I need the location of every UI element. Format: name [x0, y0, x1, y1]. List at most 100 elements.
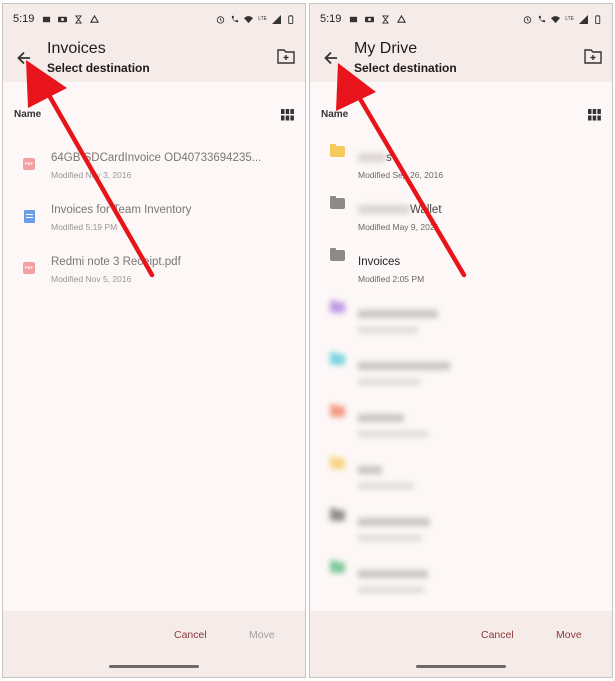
item-name: Invoices: [358, 256, 401, 268]
new-folder-icon[interactable]: [584, 48, 602, 64]
page-subtitle: Select destination: [47, 61, 150, 75]
folder-icon: [330, 144, 345, 157]
sort-row: Name: [310, 104, 612, 128]
page-title: Invoices: [47, 40, 106, 57]
move-button[interactable]: Move: [556, 629, 582, 641]
cancel-button[interactable]: Cancel: [481, 629, 514, 641]
redacted-name: [358, 310, 438, 318]
cancel-button[interactable]: Cancel: [174, 629, 207, 641]
list-item[interactable]: [310, 456, 612, 500]
folder-icon: [330, 560, 345, 573]
redacted-meta: [358, 587, 424, 593]
item-name: 64GB SDCardInvoice OD40733694235...: [51, 152, 262, 164]
item-name: Invoices for Team Inventory: [51, 204, 192, 216]
drive-icon: [397, 14, 407, 23]
grid-view-icon[interactable]: [588, 109, 601, 121]
item-meta: Modified May 9, 2021: [358, 222, 440, 232]
item-name-visible: s: [386, 152, 392, 164]
alarm-icon: [523, 15, 532, 24]
folder-icon: [330, 248, 345, 261]
camera-icon: [58, 16, 68, 22]
status-bar: 5:19 LTE: [3, 4, 305, 34]
item-meta: Modified 5:19 PM: [51, 222, 118, 232]
redacted-name: [358, 570, 428, 578]
list-item[interactable]: [310, 404, 612, 448]
redacted-name: [358, 466, 382, 474]
message-icon: [350, 16, 358, 22]
folder-icon: [330, 352, 345, 365]
redacted-text: [358, 205, 410, 215]
pdf-icon: PDF: [23, 158, 35, 170]
grid-view-icon[interactable]: [281, 109, 294, 121]
redacted-name: [358, 414, 404, 422]
battery-icon: [288, 14, 294, 24]
redacted-meta: [358, 379, 420, 385]
list-item[interactable]: [310, 560, 612, 604]
battery-icon: [595, 14, 601, 24]
new-folder-icon[interactable]: [277, 48, 295, 64]
folder-icon: [330, 456, 345, 469]
wifi-call-icon: [538, 15, 546, 22]
app-bar: Invoices Select destination: [3, 34, 305, 82]
wifi-call-icon: [231, 15, 239, 22]
item-name: Wallet: [358, 204, 442, 216]
bottom-action-bar: Cancel Move: [3, 611, 305, 677]
back-arrow-icon[interactable]: [321, 48, 341, 68]
item-name: s: [358, 152, 392, 164]
document-icon: [24, 210, 35, 223]
redacted-meta: [358, 327, 418, 333]
move-button[interactable]: Move: [249, 629, 275, 641]
redacted-meta: [358, 431, 428, 437]
home-indicator[interactable]: [416, 665, 506, 668]
network-type: LTE: [258, 16, 267, 22]
status-time: 5:19: [13, 13, 35, 25]
back-arrow-icon[interactable]: [14, 48, 34, 68]
folder-icon: [330, 508, 345, 521]
hourglass-icon: [75, 14, 83, 24]
item-meta: Modified Nov 3, 2016: [51, 170, 132, 180]
redacted-meta: [358, 535, 422, 541]
list-item[interactable]: Invoices Modified 2:05 PM: [310, 248, 612, 292]
page-title: My Drive: [354, 40, 418, 57]
folder-icon: [330, 404, 345, 417]
network-type: LTE: [565, 16, 574, 22]
drive-icon: [90, 14, 100, 23]
status-bar: 5:19 LTE: [310, 4, 612, 34]
wifi-icon: [244, 15, 254, 23]
sort-by-name[interactable]: Name: [321, 109, 348, 120]
item-meta: Modified Nov 5, 2016: [51, 274, 132, 284]
hourglass-icon: [382, 14, 390, 24]
item-meta: Modified Sep 26, 2016: [358, 170, 444, 180]
redacted-name: [358, 362, 450, 370]
redacted-meta: [358, 483, 414, 489]
redacted-name: [358, 518, 430, 526]
left-screen: 5:19 LTE Invoices Select destination Nam…: [2, 3, 306, 678]
folder-icon: [330, 196, 345, 209]
folder-icon: [330, 300, 345, 313]
list-item[interactable]: PDF 64GB SDCardInvoice OD40733694235... …: [3, 144, 305, 188]
list-item[interactable]: s Modified Sep 26, 2016: [310, 144, 612, 188]
home-indicator[interactable]: [109, 665, 199, 668]
signal-icon: [272, 14, 281, 24]
bottom-action-bar: Cancel Move: [310, 611, 612, 677]
pdf-icon: PDF: [23, 262, 35, 274]
message-icon: [43, 16, 51, 22]
list-item[interactable]: [310, 300, 612, 344]
sort-by-name[interactable]: Name: [14, 109, 41, 120]
camera-icon: [365, 16, 375, 22]
list-item[interactable]: [310, 352, 612, 396]
list-item[interactable]: [310, 508, 612, 552]
list-item[interactable]: PDF Redmi note 3 Receipt.pdf Modified No…: [3, 248, 305, 292]
wifi-icon: [551, 15, 561, 23]
list-item[interactable]: Invoices for Team Inventory Modified 5:1…: [3, 196, 305, 240]
item-name: Redmi note 3 Receipt.pdf: [51, 256, 181, 268]
sort-row: Name: [3, 104, 305, 128]
item-meta: Modified 2:05 PM: [358, 274, 425, 284]
redacted-text: [358, 153, 386, 163]
item-name-visible: Wallet: [410, 204, 442, 216]
right-screen: 5:19 LTE My Drive Select destination Nam…: [309, 3, 613, 678]
page-subtitle: Select destination: [354, 61, 457, 75]
status-time: 5:19: [320, 13, 342, 25]
signal-icon: [579, 14, 588, 24]
list-item[interactable]: Wallet Modified May 9, 2021: [310, 196, 612, 240]
